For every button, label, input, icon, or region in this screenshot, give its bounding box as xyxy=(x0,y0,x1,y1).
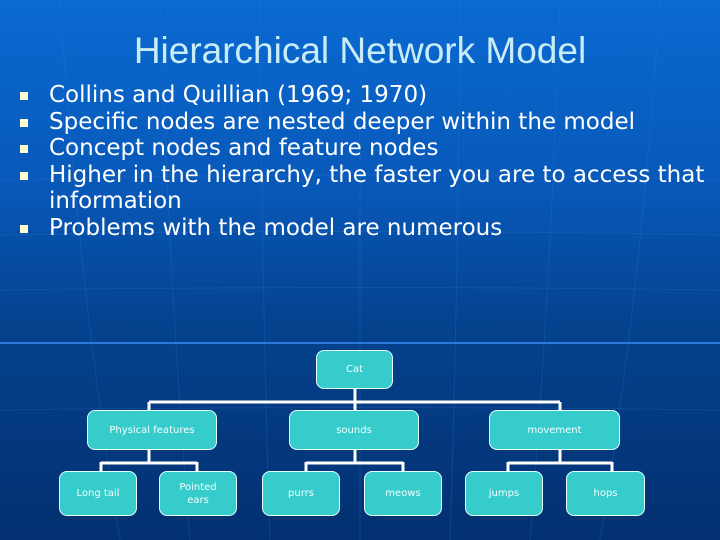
node-long-tail: Long tail xyxy=(59,471,137,516)
node-sounds: sounds xyxy=(289,410,419,450)
tree-connectors xyxy=(99,388,614,472)
node-meows: meows xyxy=(364,471,442,516)
node-purrs: purrs xyxy=(262,471,340,516)
node-hops: hops xyxy=(566,471,645,516)
node-cat: Cat xyxy=(316,350,393,389)
node-jumps: jumps xyxy=(465,471,543,516)
node-movement: movement xyxy=(489,410,620,450)
node-pointed-ears: Pointed ears xyxy=(159,471,237,516)
node-physical-features: Physical features xyxy=(87,410,217,450)
